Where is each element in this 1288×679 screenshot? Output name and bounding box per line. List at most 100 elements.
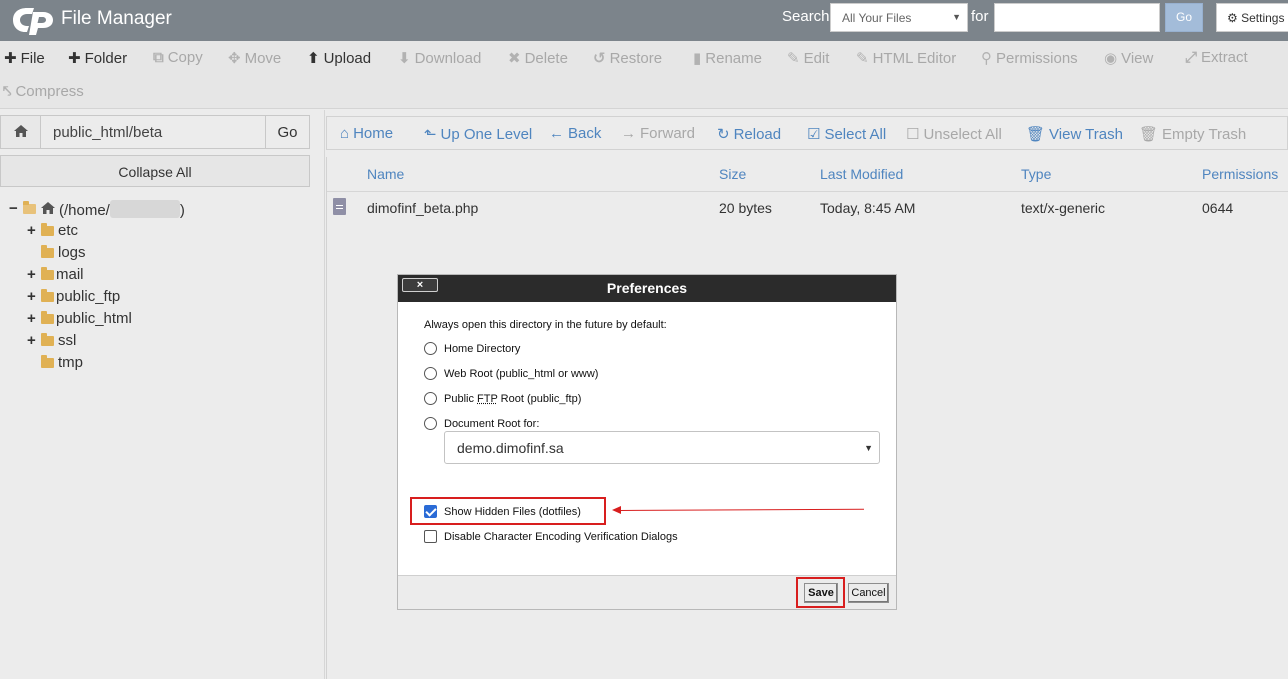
preferences-dialog: Preferences × Always open this directory… [397, 274, 897, 610]
nav-back-button[interactable]: ← Back [549, 125, 601, 142]
trash-icon: 🗑 [1026, 126, 1046, 143]
folder-icon [41, 289, 54, 302]
dialog-title-bar[interactable]: Preferences [398, 275, 896, 302]
annotation-arrow-head-icon [612, 506, 621, 514]
edit-button[interactable]: ✎ Edit [787, 49, 829, 67]
tree-root-label: (/home/) [59, 200, 185, 219]
open-folder-icon [23, 201, 36, 214]
directory-sidebar: public_html/beta Go Collapse All − (/hom… [0, 110, 325, 679]
plus-icon: ✚ [68, 50, 81, 67]
permissions-button[interactable]: ⚲ Permissions [981, 49, 1078, 67]
file-modified: Today, 8:45 AM [820, 200, 916, 216]
tree-item-label: public_html [56, 310, 132, 327]
disable-encoding-checkbox[interactable] [424, 530, 437, 543]
back-arrow-icon: ← [549, 125, 564, 142]
nav-select-all-button[interactable]: ☑ Select All [807, 125, 886, 143]
save-button[interactable]: Save [804, 583, 838, 603]
home-icon: ⌂ [340, 125, 350, 142]
close-icon[interactable]: × [402, 278, 438, 292]
download-button[interactable]: ⬇ Download [398, 49, 481, 67]
tree-item-label: mail [56, 266, 84, 283]
expand-plus-icon[interactable]: + [27, 288, 36, 305]
permissions-label: Permissions [996, 50, 1078, 67]
search-label: Search [782, 8, 830, 25]
radio-public-ftp-root-label: Public FTP Root (public_ftp) [444, 393, 581, 405]
expand-plus-icon[interactable]: + [27, 332, 36, 349]
collapse-toggle-icon[interactable]: − [9, 200, 18, 217]
copy-icon: ⧉ [153, 49, 164, 66]
nav-select-all-label: Select All [824, 126, 887, 143]
expand-plus-icon[interactable]: + [27, 310, 36, 327]
column-header-name[interactable]: Name [367, 166, 404, 182]
view-label: View [1121, 50, 1154, 67]
compress-button[interactable]: ⤣ Compress [3, 83, 84, 100]
new-folder-button[interactable]: ✚ Folder [68, 49, 127, 67]
sidebar-home-button[interactable] [0, 115, 41, 149]
annotation-arrow-line [619, 508, 864, 511]
nav-forward-label: Forward [640, 125, 696, 142]
move-icon: ✥ [228, 50, 241, 67]
delete-button[interactable]: ✖ Delete [508, 49, 568, 67]
nav-empty-trash-label: Empty Trash [1162, 126, 1247, 143]
nav-up-level-button[interactable]: ⬑ Up One Level [424, 125, 532, 143]
view-button[interactable]: ◉ View [1104, 49, 1153, 67]
nav-unselect-all-button[interactable]: ☐ Unselect All [906, 125, 1002, 143]
main-toolbar: ✚ File ✚ Folder ⧉ Copy ✥ Move ⬆ Upload ⬇ Downl… [0, 41, 1288, 109]
search-input[interactable] [994, 3, 1160, 32]
header-divider [327, 191, 1288, 192]
radio-public-ftp-root[interactable] [424, 392, 437, 405]
expand-plus-icon[interactable]: + [27, 266, 36, 283]
extract-button[interactable]: ⤢ Extract [1185, 49, 1248, 66]
download-icon: ⬇ [398, 50, 411, 67]
search-scope-select[interactable]: All Your Files ▼ [830, 3, 968, 32]
nav-reload-label: Reload [733, 126, 782, 143]
nav-empty-trash-button[interactable]: 🗑 Empty Trash [1139, 125, 1246, 143]
nav-forward-button[interactable]: → Forward [621, 125, 695, 142]
radio-home-directory-label: Home Directory [444, 343, 521, 355]
column-header-type[interactable]: Type [1021, 166, 1051, 182]
tree-item-label: tmp [58, 354, 84, 371]
upload-icon: ⬆ [307, 50, 320, 67]
html-editor-button[interactable]: ✎ HTML Editor [856, 49, 956, 67]
copy-button[interactable]: ⧉ Copy [153, 49, 203, 66]
path-input[interactable]: public_html/beta [41, 115, 266, 149]
radio-document-root[interactable] [424, 417, 437, 430]
home-icon [13, 125, 28, 137]
move-button[interactable]: ✥ Move [228, 49, 281, 67]
search-go-button[interactable]: Go [1165, 3, 1203, 32]
file-name: dimofinf_beta.php [367, 200, 479, 216]
ftp-label-suffix: Root (public_ftp) [497, 393, 582, 405]
column-header-size[interactable]: Size [719, 166, 746, 182]
nav-back-label: Back [568, 125, 602, 142]
nav-home-button[interactable]: ⌂ Home [340, 125, 393, 142]
ftp-label-prefix: Public [444, 393, 478, 405]
file-size: 20 bytes [719, 200, 772, 216]
cancel-button[interactable]: Cancel [848, 583, 889, 603]
folder-icon [41, 355, 54, 368]
restore-button[interactable]: ↺ Restore [593, 49, 662, 67]
nav-reload-button[interactable]: ↻ Reload [717, 125, 781, 143]
path-go-button[interactable]: Go [265, 115, 310, 149]
radio-web-root[interactable] [424, 367, 437, 380]
move-label: Move [244, 50, 282, 67]
settings-button[interactable]: ⚙ Settings [1216, 3, 1288, 32]
collapse-all-button[interactable]: Collapse All [0, 155, 310, 187]
nav-view-trash-button[interactable]: 🗑 View Trash [1026, 125, 1123, 143]
rename-button[interactable]: ▮ Rename [693, 49, 762, 67]
tree-root[interactable]: − (/home/) [9, 200, 209, 220]
gear-icon: ⚙ [1227, 11, 1238, 25]
show-hidden-files-checkbox[interactable] [424, 505, 437, 518]
new-file-button[interactable]: ✚ File [4, 49, 45, 67]
expand-plus-icon[interactable]: + [27, 222, 36, 239]
app-title: File Manager [61, 8, 172, 29]
upload-button[interactable]: ⬆ Upload [307, 49, 371, 67]
disable-encoding-label: Disable Character Encoding Verification … [444, 531, 678, 543]
settings-label: Settings [1241, 11, 1285, 25]
domain-select[interactable]: demo.dimofinf.sa ▼ [444, 431, 880, 464]
delete-icon: ✖ [508, 50, 521, 67]
search-scope-value: All Your Files [842, 11, 912, 25]
column-header-last-modified[interactable]: Last Modified [820, 166, 903, 182]
radio-home-directory[interactable] [424, 342, 437, 355]
column-header-permissions[interactable]: Permissions [1202, 166, 1278, 182]
tree-item-label: logs [58, 244, 86, 261]
